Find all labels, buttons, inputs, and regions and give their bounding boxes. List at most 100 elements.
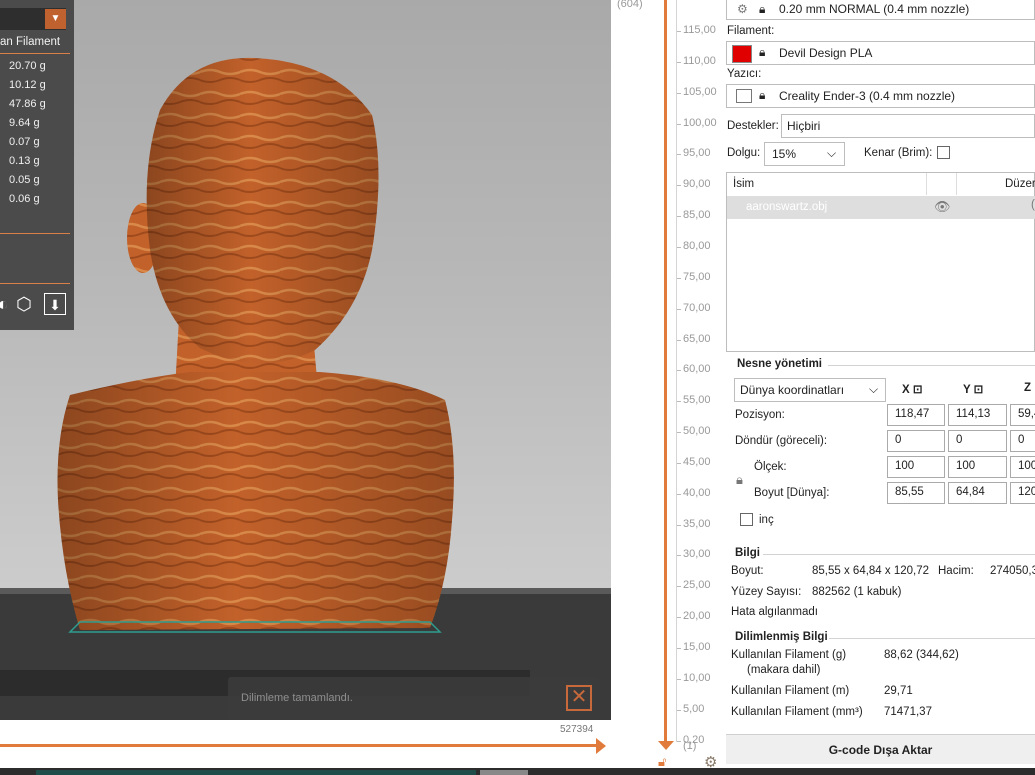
rotate-y-input[interactable]: 0: [948, 430, 1007, 452]
layer-tick-label: 55,00: [683, 394, 711, 407]
layer-bottom-count: (1): [683, 740, 697, 752]
brim-label: Kenar (Brim):: [864, 147, 933, 159]
layer-tick-label: 10,00: [683, 671, 711, 684]
brim-checkbox[interactable]: [937, 146, 950, 159]
print-profile-value: 0.20 mm NORMAL (0.4 mm nozzle): [779, 2, 970, 16]
layer-tick-label: 20,00: [683, 610, 711, 623]
info-errors: Hata algılanmadı: [731, 606, 818, 618]
layer-tick-label: 80,00: [683, 239, 711, 252]
section-divider: [828, 365, 1035, 366]
position-label: Pozisyon:: [735, 409, 785, 421]
edit-icon[interactable]: (: [1031, 199, 1035, 211]
legend-value: 0.07 g: [9, 136, 40, 148]
rotate-x-input[interactable]: 0: [887, 430, 945, 452]
3d-viewport[interactable]: ▼ an Filament 20.70 g 10.12 g 47.86 g 9.…: [0, 0, 611, 720]
layer-tick-label: 45,00: [683, 455, 711, 468]
layer-tick-mark: [677, 586, 681, 588]
lock-icon[interactable]: 🔓︎: [658, 754, 672, 769]
supports-label: Destekler:: [727, 120, 779, 132]
position-y-input[interactable]: 114,13: [948, 404, 1007, 426]
export-gcode-button[interactable]: G-code Dışa Aktar: [726, 734, 1035, 764]
legend-value: 0.13 g: [9, 155, 40, 167]
layer-tick-label: 85,00: [683, 209, 711, 222]
section-divider: [829, 638, 1035, 639]
move-count-label: 527394: [560, 724, 594, 735]
object-manipulation-title: Nesne yönetimi: [737, 358, 822, 370]
filament-combo[interactable]: 🔒︎ Devil Design PLA: [726, 41, 1035, 65]
legend-value: 20.70 g: [9, 60, 46, 72]
layer-tick-label: 110,00: [683, 54, 716, 67]
layer-tick-mark: [677, 154, 681, 156]
rotate-label: Döndür (göreceli):: [735, 435, 828, 447]
chevron-down-icon[interactable]: ▼: [45, 9, 66, 29]
supports-combo[interactable]: Hiçbiri: [781, 114, 1035, 138]
cube-wireframe-icon[interactable]: ⬡: [13, 293, 35, 315]
horizontal-move-slider[interactable]: [0, 744, 598, 747]
legend-value: 9.64 g: [9, 117, 40, 129]
layer-tick-label: 5,00: [683, 702, 705, 715]
layer-tick-mark: [677, 123, 681, 125]
layer-tick-label: 60,00: [683, 363, 711, 376]
layer-slider-thumb[interactable]: [658, 741, 674, 750]
infill-value: 15%: [772, 147, 797, 161]
object-name: aaronswartz.obj: [746, 201, 828, 213]
layer-tick-label: 65,00: [683, 332, 711, 345]
layer-tick-mark: [677, 92, 681, 94]
layer-slider-track[interactable]: [664, 0, 667, 742]
rotate-z-input[interactable]: 0: [1010, 430, 1035, 452]
filament-label: Filament:: [727, 25, 775, 37]
filament-color-swatch[interactable]: [732, 45, 752, 63]
legend-value: 0.05 g: [9, 174, 40, 186]
layer-tick-label: 35,00: [683, 517, 711, 530]
export-arrow-icon[interactable]: ⬇: [44, 293, 66, 315]
info-title: Bilgi: [735, 547, 760, 559]
infill-combo[interactable]: 15% ⌵: [764, 142, 845, 166]
filament-weight-label: Kullanılan Filament (g): [731, 649, 847, 661]
layer-tick-mark: [677, 246, 681, 248]
filament-value: Devil Design PLA: [779, 46, 873, 60]
horizontal-slider-thumb[interactable]: [596, 738, 606, 754]
chevron-down-icon: ⌵: [827, 146, 837, 160]
layer-tick-label: 95,00: [683, 147, 711, 160]
printer-icon: [736, 89, 752, 103]
layer-tick-mark: [677, 401, 681, 403]
lock-icon: 🔒︎: [759, 45, 766, 59]
scale-z-input[interactable]: 100: [1010, 456, 1035, 478]
layer-tick-label: 100,00: [683, 116, 717, 129]
size-z-input[interactable]: 120: [1010, 482, 1035, 504]
column-name-header[interactable]: İsim: [733, 178, 754, 190]
layer-tick-mark: [677, 524, 681, 526]
layer-tick-mark: [677, 61, 681, 63]
eye-icon[interactable]: 👁︎: [934, 199, 951, 215]
legend-value: 47.86 g: [9, 98, 46, 110]
lock-icon[interactable]: 🔒︎: [736, 472, 743, 488]
inch-label: inç: [759, 514, 774, 526]
size-label: Boyut [Dünya]:: [754, 487, 830, 499]
close-icon[interactable]: ✕: [566, 685, 592, 711]
section-divider: [763, 554, 1035, 555]
printer-combo[interactable]: 🔒︎ Creality Ender-3 (0.4 mm nozzle): [726, 84, 1035, 108]
drop-to-bed-icon: ⊡: [973, 384, 984, 396]
layer-tick-mark: [677, 493, 681, 495]
print-profile-combo[interactable]: ⚙ 🔒︎ 0.20 mm NORMAL (0.4 mm nozzle): [726, 0, 1035, 20]
circle-half-icon[interactable]: ◐: [0, 293, 14, 315]
position-x-input[interactable]: 118,47: [887, 404, 945, 426]
layer-tick-mark: [677, 185, 681, 187]
filament-weight-sublabel: (makara dahil): [747, 664, 821, 676]
legend-divider: [0, 53, 70, 54]
sliced-model-bust[interactable]: [0, 0, 611, 720]
size-y-input[interactable]: 64,84: [948, 482, 1007, 504]
info-volume-value: 274050,3: [990, 565, 1035, 577]
layer-tick-label: 75,00: [683, 270, 711, 283]
coordinate-system-combo[interactable]: Dünya koordinatları ⌵: [734, 378, 886, 402]
filament-length-label: Kullanılan Filament (m): [731, 685, 850, 697]
filament-weight-value: 88,62 (344,62): [884, 649, 959, 661]
column-edit-header[interactable]: Düzer: [1005, 178, 1035, 190]
scale-y-input[interactable]: 100: [948, 456, 1007, 478]
position-z-input[interactable]: 59,4: [1010, 404, 1035, 426]
size-x-input[interactable]: 85,55: [887, 482, 945, 504]
column-divider: [926, 173, 927, 195]
inch-checkbox[interactable]: [740, 513, 753, 526]
legend-value: 0.06 g: [9, 193, 40, 205]
scale-x-input[interactable]: 100: [887, 456, 945, 478]
